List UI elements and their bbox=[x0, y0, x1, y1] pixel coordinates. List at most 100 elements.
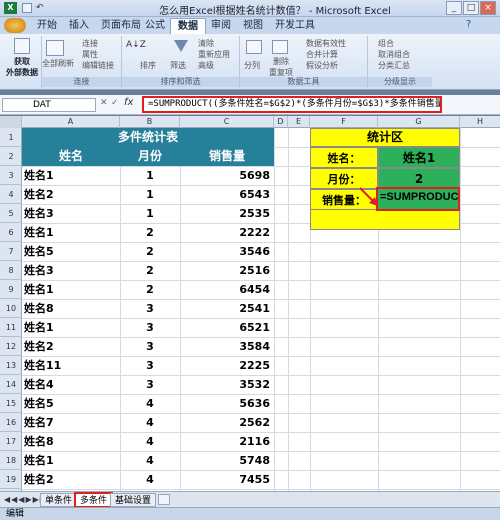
column-header-d[interactable]: D bbox=[274, 116, 288, 128]
refresh-all-button[interactable]: 全部刷新 bbox=[42, 58, 74, 69]
cell-month[interactable]: 4 bbox=[120, 413, 180, 432]
cell-sales[interactable]: 3532 bbox=[180, 375, 270, 394]
tab-view[interactable]: 视图 bbox=[236, 18, 270, 34]
cell-sales[interactable]: 7455 bbox=[180, 470, 270, 489]
row-header[interactable]: 11 bbox=[0, 318, 22, 337]
get-external-data-button[interactable]: 获取 外部数据 bbox=[5, 56, 39, 78]
connections-button[interactable]: 连接 bbox=[82, 38, 98, 49]
office-button-icon[interactable] bbox=[4, 18, 26, 33]
cell-month[interactable]: 3 bbox=[120, 375, 180, 394]
cell-name[interactable]: 姓名5 bbox=[24, 242, 118, 261]
row-header[interactable]: 6 bbox=[0, 223, 22, 242]
row-header[interactable]: 1 bbox=[0, 128, 22, 147]
cell-month[interactable]: 4 bbox=[120, 394, 180, 413]
row-header[interactable]: 16 bbox=[0, 413, 22, 432]
text-to-columns-button[interactable]: 分列 bbox=[244, 60, 260, 71]
cell-sales[interactable]: 5636 bbox=[180, 394, 270, 413]
sheet-tab-single[interactable]: 单条件 bbox=[40, 493, 78, 507]
cell-name[interactable]: 姓名3 bbox=[24, 204, 118, 223]
cell-name[interactable]: 姓名2 bbox=[24, 337, 118, 356]
cell-sales[interactable]: 6454 bbox=[180, 280, 270, 299]
new-sheet-icon[interactable] bbox=[158, 494, 170, 505]
cell-name[interactable]: 姓名1 bbox=[24, 280, 118, 299]
ungroup-button[interactable]: 取消组合 bbox=[378, 49, 410, 60]
enter-icon[interactable]: ✓ bbox=[111, 98, 119, 108]
formula-input[interactable]: =SUMPRODUCT((多条件姓名=$G$2)*(多条件月份=$G$3)*多条… bbox=[142, 96, 442, 113]
header-month[interactable]: 月份 bbox=[120, 147, 180, 166]
cancel-icon[interactable]: ✕ bbox=[100, 98, 108, 108]
cell-month[interactable]: 4 bbox=[120, 432, 180, 451]
cell-month[interactable]: 2 bbox=[120, 223, 180, 242]
row-header[interactable]: 8 bbox=[0, 261, 22, 280]
tab-formulas[interactable]: 公式 bbox=[138, 18, 172, 34]
cell-sales[interactable]: 2516 bbox=[180, 261, 270, 280]
stats-sales-label[interactable]: 销售量： bbox=[310, 189, 378, 210]
refresh-all-icon[interactable] bbox=[46, 40, 64, 56]
row-header[interactable]: 14 bbox=[0, 375, 22, 394]
cell-name[interactable]: 姓名8 bbox=[24, 432, 118, 451]
cell-month[interactable]: 3 bbox=[120, 299, 180, 318]
cell-month[interactable]: 3 bbox=[120, 337, 180, 356]
cell-month[interactable]: 2 bbox=[120, 261, 180, 280]
column-header-h[interactable]: H bbox=[460, 116, 500, 128]
filter-icon[interactable] bbox=[174, 40, 188, 52]
cell-name[interactable]: 姓名5 bbox=[24, 394, 118, 413]
text-to-columns-icon[interactable] bbox=[246, 40, 262, 54]
header-name[interactable]: 姓名 bbox=[22, 147, 120, 166]
cell-name[interactable]: 姓名11 bbox=[24, 356, 118, 375]
header-sales[interactable]: 销售量 bbox=[180, 147, 274, 166]
database-icon[interactable] bbox=[14, 38, 30, 54]
filter-button[interactable]: 筛选 bbox=[170, 60, 186, 71]
tab-data[interactable]: 数据 bbox=[170, 18, 206, 34]
cell-name[interactable]: 姓名1 bbox=[24, 166, 118, 185]
column-header-b[interactable]: B bbox=[120, 116, 180, 128]
cell-name[interactable]: 姓名7 bbox=[24, 413, 118, 432]
cell-sales[interactable]: 2562 bbox=[180, 413, 270, 432]
consolidate-button[interactable]: 合并计算 bbox=[306, 49, 338, 60]
undo-icon[interactable]: ↶ bbox=[36, 3, 44, 13]
cell-month[interactable]: 2 bbox=[120, 242, 180, 261]
cell-sales[interactable]: 3584 bbox=[180, 337, 270, 356]
row-header[interactable]: 2 bbox=[0, 147, 22, 166]
cell-sales[interactable]: 2535 bbox=[180, 204, 270, 223]
column-header-g[interactable]: G bbox=[378, 116, 460, 128]
cell-name[interactable]: 姓名4 bbox=[24, 375, 118, 394]
close-button[interactable]: × bbox=[480, 1, 496, 15]
row-header[interactable]: 5 bbox=[0, 204, 22, 223]
row-header[interactable]: 15 bbox=[0, 394, 22, 413]
row-header[interactable]: 19 bbox=[0, 470, 22, 489]
cell-month[interactable]: 4 bbox=[120, 451, 180, 470]
remove-duplicates-icon[interactable] bbox=[272, 40, 288, 54]
cell-name[interactable]: 姓名2 bbox=[24, 470, 118, 489]
select-all-corner[interactable] bbox=[0, 116, 22, 128]
edit-links-button[interactable]: 编辑链接 bbox=[82, 60, 114, 71]
remove-duplicates-button[interactable]: 删除 重复项 bbox=[268, 56, 294, 78]
worksheet-grid[interactable]: 多件统计表 姓名 月份 销售量 姓名1 1 5698 姓名2 1 6543 姓名3 1 2535… bbox=[22, 128, 500, 491]
cell-name[interactable]: 姓名2 bbox=[24, 185, 118, 204]
advanced-button[interactable]: 高级 bbox=[198, 60, 214, 71]
cell-month[interactable]: 1 bbox=[120, 204, 180, 223]
sheet-tab-multi[interactable]: 多条件 bbox=[74, 492, 114, 508]
cell-sales[interactable]: 6521 bbox=[180, 318, 270, 337]
row-header[interactable]: 18 bbox=[0, 451, 22, 470]
column-header-f[interactable]: F bbox=[310, 116, 378, 128]
cell-sales[interactable]: 2116 bbox=[180, 432, 270, 451]
row-header[interactable]: 10 bbox=[0, 299, 22, 318]
cell-month[interactable]: 3 bbox=[120, 356, 180, 375]
maximize-button[interactable]: □ bbox=[463, 1, 479, 15]
cell-name[interactable]: 姓名1 bbox=[24, 223, 118, 242]
row-header[interactable]: 9 bbox=[0, 280, 22, 299]
stats-month-label[interactable]: 月份： bbox=[310, 168, 378, 189]
cell-month[interactable]: 2 bbox=[120, 280, 180, 299]
excel-logo-icon[interactable]: X bbox=[4, 2, 17, 14]
help-icon[interactable]: ? bbox=[466, 19, 471, 30]
cell-month[interactable]: 4 bbox=[120, 470, 180, 489]
stats-name-label[interactable]: 姓名： bbox=[310, 147, 378, 168]
reapply-button[interactable]: 重新应用 bbox=[198, 49, 230, 60]
column-header-a[interactable]: A bbox=[22, 116, 120, 128]
cell-month[interactable]: 1 bbox=[120, 166, 180, 185]
row-header[interactable]: 7 bbox=[0, 242, 22, 261]
sort-button[interactable]: 排序 bbox=[140, 60, 156, 71]
insert-function-icon[interactable]: fx bbox=[124, 97, 133, 108]
cell-month[interactable]: 1 bbox=[120, 185, 180, 204]
